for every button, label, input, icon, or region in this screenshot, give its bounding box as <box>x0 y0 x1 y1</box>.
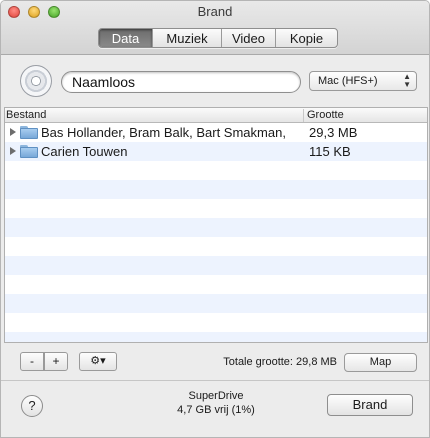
file-table: Bestand Grootte Bas Hollander, Bram Balk… <box>4 107 428 343</box>
column-header-name[interactable]: Bestand <box>6 109 304 122</box>
disclosure-triangle-icon[interactable] <box>10 128 16 136</box>
drive-name: SuperDrive <box>188 390 244 402</box>
tab-data[interactable]: Data <box>99 29 153 47</box>
disc-icon <box>20 65 52 97</box>
empty-row <box>5 161 427 180</box>
row-name: Bas Hollander, Bram Balk, Bart Smakman, <box>41 125 286 140</box>
folder-icon <box>20 126 38 139</box>
empty-row <box>5 180 427 199</box>
divider <box>1 380 429 381</box>
table-header: Bestand Grootte <box>5 108 427 123</box>
burn-window: Brand Data Muziek Video Kopie Naamloos M… <box>0 0 430 438</box>
folder-icon <box>20 145 38 158</box>
toolbar: Brand Data Muziek Video Kopie <box>1 1 429 55</box>
empty-row <box>5 199 427 218</box>
table-row[interactable]: Carien Touwen 115 KB <box>5 142 427 161</box>
drive-info: SuperDrive 4,7 GB vrij (1%) <box>131 389 301 417</box>
filesystem-select[interactable]: Mac (HFS+) ▲ ▼ <box>309 71 417 91</box>
empty-row <box>5 275 427 294</box>
column-header-size[interactable]: Grootte <box>307 109 344 121</box>
tab-kopie[interactable]: Kopie <box>276 29 337 47</box>
window-title: Brand <box>197 4 233 19</box>
table-row[interactable]: Bas Hollander, Bram Balk, Bart Smakman, … <box>5 123 427 142</box>
total-size: Totale grootte: 29,8 MB <box>223 356 337 368</box>
disc-name-input[interactable]: Naamloos <box>61 71 301 93</box>
gear-icon[interactable]: ⚙▾ <box>79 352 117 371</box>
row-name: Carien Touwen <box>41 144 128 159</box>
drive-free-space: 4,7 GB vrij (1%) <box>177 404 255 416</box>
mode-tabs: Data Muziek Video Kopie <box>98 28 338 48</box>
disclosure-triangle-icon[interactable] <box>10 147 16 155</box>
empty-row <box>5 294 427 313</box>
burn-button[interactable]: Brand <box>327 394 413 416</box>
row-size: 29,3 MB <box>309 125 358 140</box>
empty-row <box>5 332 427 342</box>
add-button[interactable]: + <box>44 352 68 371</box>
tab-video[interactable]: Video <box>222 29 276 47</box>
empty-row <box>5 313 427 332</box>
tab-muziek[interactable]: Muziek <box>153 29 222 47</box>
row-size: 115 KB <box>309 144 351 159</box>
table-rows: Bas Hollander, Bram Balk, Bart Smakman, … <box>5 123 427 342</box>
new-folder-button[interactable]: Map <box>344 353 417 372</box>
empty-row <box>5 256 427 275</box>
updown-arrows-icon: ▲ ▼ <box>403 72 411 89</box>
empty-row <box>5 237 427 256</box>
help-button[interactable]: ? <box>21 395 43 417</box>
remove-button[interactable]: - <box>20 352 44 371</box>
empty-row <box>5 218 427 237</box>
filesystem-select-value: Mac (HFS+) <box>318 75 378 87</box>
